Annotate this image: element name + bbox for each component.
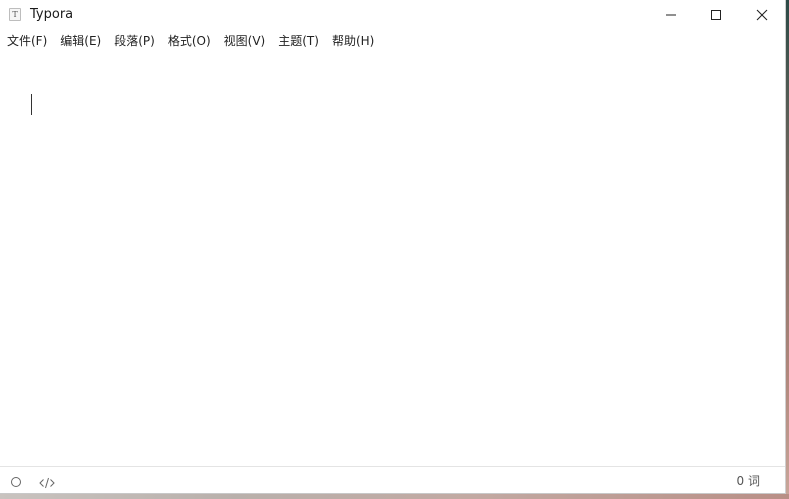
- menu-file[interactable]: 文件(F): [7, 31, 47, 51]
- menu-help[interactable]: 帮助(H): [332, 31, 374, 51]
- menu-theme[interactable]: 主题(T): [278, 31, 319, 51]
- source-code-toggle[interactable]: [39, 474, 55, 493]
- circle-icon[interactable]: [11, 477, 21, 487]
- word-count[interactable]: 0 词: [737, 474, 760, 488]
- menu-bar: 文件(F) 编辑(E) 段落(P) 格式(O) 视图(V) 主题(T) 帮助(H…: [0, 30, 785, 52]
- minimize-icon: [666, 14, 676, 16]
- code-icon: [39, 477, 55, 489]
- text-caret: [31, 94, 32, 115]
- close-icon: [756, 9, 768, 21]
- title-bar[interactable]: T Typora: [0, 0, 785, 29]
- menu-view[interactable]: 视图(V): [224, 31, 266, 51]
- window-title: Typora: [30, 7, 74, 22]
- close-button[interactable]: [739, 0, 785, 29]
- desktop-background-bottom: [0, 494, 789, 499]
- minimize-button[interactable]: [648, 0, 694, 29]
- menu-edit[interactable]: 编辑(E): [60, 31, 101, 51]
- editor-area[interactable]: [0, 52, 785, 464]
- menu-format[interactable]: 格式(O): [168, 31, 211, 51]
- typora-window: T Typora 文件(F) 编辑(E) 段落(P) 格式(O) 视图(V) 主…: [0, 0, 786, 494]
- maximize-button[interactable]: [693, 0, 739, 29]
- status-bar: 0 词: [0, 466, 785, 493]
- maximize-icon: [711, 10, 721, 20]
- typora-app-icon: T: [9, 8, 21, 21]
- menu-paragraph[interactable]: 段落(P): [114, 31, 155, 51]
